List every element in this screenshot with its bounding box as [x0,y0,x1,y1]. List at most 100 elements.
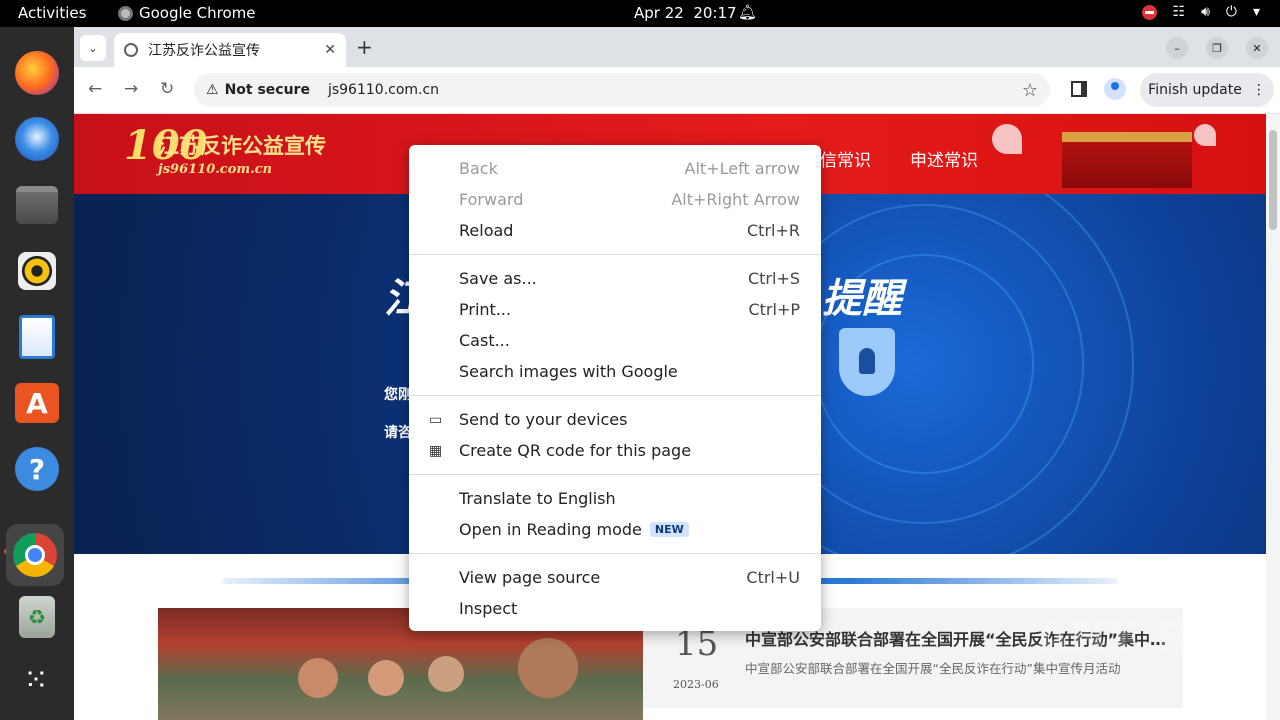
dove-icon [992,124,1022,154]
menu-item-label: Reload [459,221,514,240]
reload-icon[interactable]: ↻ [160,79,174,99]
network-icon: ☷ [1172,4,1186,20]
system-top-bar: Activities Google Chrome Apr 22 20:17 🔔︎… [0,0,1280,27]
warning-triangle-icon[interactable]: ⚠ [206,82,219,98]
menu-item-inspect[interactable]: Inspect [409,593,821,624]
menu-item-save-as[interactable]: Save as... Ctrl+S [409,263,821,294]
system-tray[interactable]: ☷ 🔊︎ ⏻ ▾ [1141,3,1260,21]
devices-icon: ▭ [429,412,443,428]
new-badge: NEW [649,522,689,537]
menu-separator [409,395,821,396]
tab-active[interactable]: 江苏反诈公益宣传 ✕ [114,33,346,67]
menu-item-print[interactable]: Print... Ctrl+P [409,294,821,325]
trash-icon: ♻ [19,596,55,638]
tab-title: 江苏反诈公益宣传 [148,43,260,59]
new-tab-button[interactable]: + [356,35,373,59]
menu-item-label: View page source [459,568,601,587]
back-arrow-icon[interactable]: ← [88,79,102,99]
menu-item-label: Print... [459,300,512,319]
person-figure [298,658,338,698]
app-center-launcher[interactable]: A [10,376,64,430]
site-url-text: js96110.com.cn [158,162,273,177]
lock-shield-icon [839,328,895,396]
volume-icon: 🔊︎ [1201,4,1210,20]
menu-item-label: Back [459,159,498,178]
menu-item-shortcut: Alt+Right Arrow [671,190,800,209]
menu-item-label: Forward [459,190,524,209]
url-text[interactable]: js96110.com.cn [328,82,439,98]
hero-line-1: 您刚 [384,387,412,403]
app-grid-icon: ⁙ [23,663,51,698]
notification-bell-icon[interactable]: 🔔︎ [738,3,757,21]
dock: A ? ♻ ⁙ [0,27,74,720]
files-launcher[interactable] [10,178,64,232]
thunderbird-launcher[interactable] [10,112,64,166]
writer-icon [19,315,55,359]
anyrun-watermark: ANY RUN [1036,612,1265,661]
nav-item-2[interactable]: 申述常识 [910,146,978,171]
menu-item-reload[interactable]: Reload Ctrl+R [409,215,821,246]
thunderbird-icon [15,117,59,161]
hero-line-2: 请咨 [384,425,412,441]
time-label: 20:17 [693,4,737,22]
app-name-label: Google Chrome [139,4,256,22]
menu-item-forward[interactable]: Forward Alt+Right Arrow [409,184,821,215]
globe-icon [124,43,138,57]
menu-item-search-images[interactable]: Search images with Google [409,356,821,387]
menu-separator [409,553,821,554]
forward-arrow-icon[interactable]: → [124,79,138,99]
chrome-mini-icon [118,5,133,21]
close-icon[interactable]: ✕ [324,42,336,58]
chrome-launcher[interactable] [6,524,64,586]
menu-separator [409,254,821,255]
nav-item-1[interactable]: 信常识 [820,146,871,171]
rhythmbox-icon [18,252,56,290]
menu-item-send-devices[interactable]: ▭ Send to your devices [409,404,821,435]
menu-item-label: Open in Reading mode NEW [459,520,689,539]
news-date: 2023-06 [673,678,719,691]
rhythmbox-launcher[interactable] [10,244,64,298]
trash-launcher[interactable]: ♻ [10,590,64,644]
menu-item-label: Translate to English [459,489,616,508]
menu-item-label: Send to your devices [459,410,628,429]
menu-item-view-source[interactable]: View page source Ctrl+U [409,562,821,593]
minimize-button[interactable]: – [1166,37,1188,59]
kebab-menu-icon: ⋮ [1251,82,1266,98]
app-menu[interactable]: Google Chrome [118,4,256,22]
chrome-icon [13,533,57,577]
menu-item-shortcut: Ctrl+U [746,568,800,587]
app-grid-button[interactable]: ⁙ [10,654,64,708]
menu-item-label: Inspect [459,599,518,618]
qr-code-icon: ▦ [429,443,443,459]
tab-search-button[interactable]: ⌄ [80,35,106,61]
date-label: Apr 22 [634,4,684,22]
clock[interactable]: Apr 22 20:17 [634,4,737,22]
do-not-disturb-icon [1141,4,1157,20]
menu-item-reading-mode[interactable]: Open in Reading mode NEW [409,514,821,545]
files-icon [16,186,58,224]
side-panel-icon[interactable] [1071,81,1087,97]
menu-item-back[interactable]: Back Alt+Left arrow [409,153,821,184]
gate-tower-graphic [1062,132,1192,188]
hero-title-right: 提醒 [822,276,902,322]
menu-item-label: Cast... [459,331,510,350]
writer-launcher[interactable] [10,310,64,364]
address-bar[interactable]: ⚠ Not secure js96110.com.cn ☆ [194,73,1050,107]
activities-button[interactable]: Activities [18,4,86,22]
menu-item-cast[interactable]: Cast... [409,325,821,356]
firefox-launcher[interactable] [10,46,64,100]
help-launcher[interactable]: ? [10,442,64,496]
security-status[interactable]: Not secure [225,82,310,98]
page-scrollbar[interactable] [1266,114,1280,720]
person-figure [368,660,404,696]
menu-item-qr-code[interactable]: ▦ Create QR code for this page [409,435,821,466]
site-title[interactable]: 江苏反诈公益宣传 [158,130,326,160]
profile-avatar-icon[interactable] [1104,78,1126,100]
bookmark-star-icon[interactable]: ☆ [1022,80,1038,101]
menu-item-label: Save as... [459,269,537,288]
close-window-button[interactable]: ✕ [1246,37,1268,59]
menu-item-translate[interactable]: Translate to English [409,483,821,514]
scrollbar-thumb[interactable] [1269,130,1277,230]
maximize-button[interactable]: ❐ [1206,37,1228,59]
finish-update-button[interactable]: Finish update ⋮ [1140,73,1274,107]
